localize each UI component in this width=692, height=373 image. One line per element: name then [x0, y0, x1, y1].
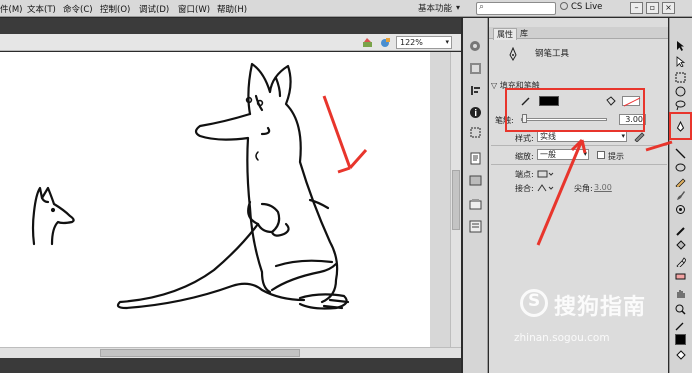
- minimize-button[interactable]: –: [630, 2, 643, 14]
- properties-tabs: 属性 库: [489, 27, 668, 40]
- zoom-select[interactable]: 122% ▾: [396, 36, 452, 49]
- paint-bucket-tool-icon[interactable]: [675, 240, 686, 251]
- zoom-tool-icon[interactable]: [675, 304, 686, 315]
- pen-icon: [509, 47, 517, 61]
- hint-label: 提示: [608, 152, 624, 161]
- fill-color-icon[interactable]: [675, 350, 686, 361]
- cap-label: 端点:: [515, 170, 534, 179]
- miter-value[interactable]: 3.00: [594, 183, 612, 192]
- sogou-logo-letter: S: [528, 291, 541, 311]
- components-icon[interactable]: [469, 174, 482, 187]
- chevron-down-icon: ▾: [445, 38, 449, 46]
- color-panel-icon[interactable]: [469, 40, 482, 53]
- stroke-style-select[interactable]: 实线 ▾: [537, 131, 627, 142]
- brush-tool-icon[interactable]: [675, 190, 686, 201]
- search-input[interactable]: ⌕: [476, 2, 556, 15]
- eyedropper-tool-icon[interactable]: [675, 256, 686, 267]
- motion-presets-icon[interactable]: [469, 198, 482, 211]
- tool-header: 钢笔工具: [489, 41, 668, 73]
- cs-live-button[interactable]: CS Live: [560, 2, 602, 12]
- menu-help[interactable]: 帮助(H): [217, 3, 247, 15]
- cap-type-icon[interactable]: [537, 169, 555, 179]
- edit-symbols-icon[interactable]: [380, 37, 391, 48]
- hand-tool-icon[interactable]: [675, 288, 686, 299]
- document-tab-strip: [0, 18, 461, 34]
- restore-button[interactable]: ▫: [646, 2, 659, 14]
- miter-label: 尖角:: [574, 184, 593, 193]
- style-label: 样式:: [515, 134, 534, 143]
- selection-tool-icon[interactable]: [675, 40, 686, 51]
- menu-commands[interactable]: 命令(C): [63, 3, 93, 15]
- watermark-url: zhinan.sogou.com: [514, 332, 610, 344]
- menu-debug[interactable]: 调试(D): [139, 3, 169, 15]
- cs-live-label: CS Live: [571, 2, 603, 12]
- free-transform-tool-icon[interactable]: [675, 72, 686, 83]
- line-tool-icon[interactable]: [675, 148, 686, 159]
- stage-canvas[interactable]: [0, 52, 430, 347]
- vertical-scrollbar[interactable]: [450, 52, 461, 347]
- subselection-tool-icon[interactable]: [675, 56, 686, 67]
- oval-tool-icon[interactable]: [675, 162, 686, 173]
- scale-value: 一般: [540, 150, 556, 159]
- menu-text[interactable]: 文本(T): [27, 3, 56, 15]
- stroke-style-value: 实线: [540, 132, 556, 141]
- panel-dock: [463, 18, 488, 373]
- deco-tool-icon[interactable]: [675, 204, 686, 215]
- annotation-arrow: [322, 95, 368, 174]
- chevron-down-icon[interactable]: ▾: [456, 3, 460, 12]
- scale-label: 缩放:: [515, 152, 534, 161]
- hint-checkbox[interactable]: [597, 151, 605, 159]
- eraser-tool-icon[interactable]: [675, 270, 686, 281]
- chevron-down-icon: ▽: [491, 81, 500, 90]
- bone-tool-icon[interactable]: [675, 226, 686, 237]
- transform-icon[interactable]: [469, 126, 482, 139]
- align-icon[interactable]: [469, 84, 482, 97]
- tab-properties[interactable]: 属性: [493, 28, 517, 40]
- swatches-icon[interactable]: [469, 62, 482, 75]
- pencil-tool-icon[interactable]: [675, 176, 686, 187]
- 3d-rotation-tool-icon[interactable]: [675, 86, 686, 97]
- edit-scene-icon[interactable]: [362, 37, 373, 48]
- info-icon[interactable]: [469, 106, 482, 119]
- chevron-down-icon: ▾: [583, 150, 587, 158]
- scroll-thumb[interactable]: [452, 170, 460, 230]
- kangaroo-drawing: [31, 62, 368, 310]
- divider: [491, 145, 667, 146]
- tool-name: 钢笔工具: [535, 49, 570, 59]
- lasso-tool-icon[interactable]: [675, 100, 686, 111]
- tab-library[interactable]: 库: [517, 28, 531, 39]
- stroke-color-chip[interactable]: [675, 334, 686, 345]
- menu-control[interactable]: 控制(O): [100, 3, 130, 15]
- menu-window[interactable]: 窗口(W): [178, 3, 210, 15]
- status-strip: [0, 358, 461, 373]
- stage-header: 122% ▾: [0, 34, 461, 51]
- join-label: 接合:: [515, 184, 534, 193]
- join-type-icon[interactable]: [537, 183, 555, 193]
- code-snippets-icon[interactable]: [469, 152, 482, 165]
- annotation-box: [505, 88, 645, 132]
- menu-file[interactable]: 件(M): [0, 3, 22, 15]
- chevron-down-icon: ▾: [621, 132, 625, 140]
- horizontal-scrollbar[interactable]: [0, 347, 461, 358]
- search-icon: ⌕: [479, 2, 485, 12]
- annotation-box: [669, 112, 692, 140]
- close-button[interactable]: ×: [662, 2, 675, 14]
- stroke-color-icon[interactable]: [675, 320, 686, 331]
- zoom-value: 122%: [400, 38, 423, 47]
- menu-bar: 件(M) 文本(T) 命令(C) 控制(O) 调试(D) 窗口(W) 帮助(H)…: [0, 0, 692, 17]
- divider: [491, 164, 667, 165]
- watermark-brand: 搜狗指南: [554, 295, 647, 320]
- history-icon[interactable]: [469, 220, 482, 233]
- scale-select[interactable]: 一般 ▾: [537, 149, 589, 160]
- cs-live-icon: [560, 2, 568, 10]
- scroll-thumb[interactable]: [100, 349, 300, 357]
- workspace-switcher[interactable]: 基本功能: [418, 2, 452, 14]
